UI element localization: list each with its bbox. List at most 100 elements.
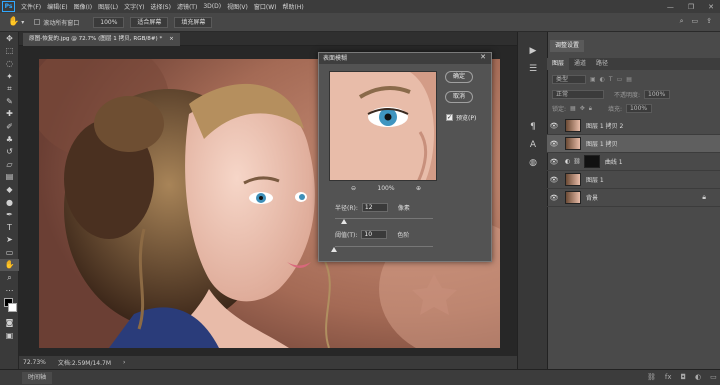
blend-mode-select[interactable]: 正常	[552, 90, 604, 99]
history-brush-tool-icon[interactable]: ↺	[0, 145, 19, 158]
workspace-icon[interactable]: ▭	[692, 17, 699, 26]
path-selection-tool-icon[interactable]: ➤	[0, 234, 19, 247]
close-tab-icon[interactable]: ×	[169, 36, 174, 42]
document-tab[interactable]: 原图-恢复的.jpg @ 72.7% (图层 1 拷贝, RGB/8#) * ×	[23, 33, 180, 46]
clone-stamp-tool-icon[interactable]: ♣	[0, 133, 19, 146]
eye-icon[interactable]: 👁︎	[547, 176, 561, 184]
scroll-all-checkbox[interactable]	[34, 19, 41, 25]
cancel-button[interactable]: 取消	[445, 91, 473, 103]
new-group-icon[interactable]: ▭	[710, 373, 717, 384]
lock-pixels-icon[interactable]: ▦	[570, 105, 576, 112]
tab-paths[interactable]: 路径	[591, 58, 613, 70]
color-swatches[interactable]	[0, 296, 19, 316]
threshold-slider-track[interactable]	[335, 246, 433, 247]
pen-tool-icon[interactable]: ✒	[0, 208, 19, 221]
link-layers-icon[interactable]: ⛓︎	[647, 373, 656, 384]
filter-shape-icon[interactable]: ▭	[617, 76, 623, 83]
layer-row[interactable]: 👁︎ ◐ ⛓︎ 曲线 1	[547, 153, 720, 171]
fill-screen-button[interactable]: 填充屏幕	[174, 16, 213, 28]
radius-field[interactable]: 12	[361, 203, 388, 212]
new-adjustment-icon[interactable]: ◐	[695, 373, 701, 384]
menu-type[interactable]: 文字(Y)	[124, 2, 144, 11]
screen-mode-icon[interactable]: ▣	[0, 329, 19, 342]
quick-mask-icon[interactable]: ◙	[0, 316, 19, 329]
restore-button[interactable]: ❐	[688, 3, 694, 11]
filter-type-icon[interactable]: T	[609, 76, 613, 83]
filter-pixel-icon[interactable]: ▣	[590, 76, 596, 83]
zoom-in-icon[interactable]: ⊕	[416, 185, 421, 192]
gradient-tool-icon[interactable]: ▤	[0, 171, 19, 184]
lasso-tool-icon[interactable]: ◌	[0, 57, 19, 70]
layer-row[interactable]: 👁︎ 背景 🔒︎	[547, 189, 720, 207]
tab-channels[interactable]: 通道	[569, 58, 591, 70]
eye-icon[interactable]: 👁︎	[547, 194, 561, 202]
preview-checkbox-row[interactable]: ✓ 预览(P)	[446, 113, 476, 122]
tab-layers[interactable]: 图层	[547, 58, 570, 70]
layer-row[interactable]: 👁︎ 图层 1	[547, 171, 720, 189]
menu-edit[interactable]: 编辑(E)	[47, 2, 67, 11]
move-tool-icon[interactable]: ✥	[0, 32, 19, 45]
type-tool-icon[interactable]: T	[0, 221, 19, 234]
fill-field[interactable]: 100%	[625, 104, 652, 113]
shape-tool-icon[interactable]: ▭	[0, 246, 19, 259]
lock-position-icon[interactable]: ✥	[580, 105, 585, 112]
menu-select[interactable]: 选择(S)	[150, 2, 171, 11]
filter-adjustment-icon[interactable]: ◐	[600, 76, 605, 83]
eraser-tool-icon[interactable]: ▱	[0, 158, 19, 171]
dodge-tool-icon[interactable]: ●	[0, 196, 19, 209]
preview-checkbox[interactable]: ✓	[446, 114, 453, 121]
healing-brush-tool-icon[interactable]: ✚	[0, 108, 19, 121]
paragraph-panel-icon[interactable]: ¶	[518, 118, 548, 136]
layer-mask-thumbnail[interactable]	[583, 155, 600, 168]
blur-tool-icon[interactable]: ◆	[0, 183, 19, 196]
chevron-right-icon[interactable]: ›	[123, 359, 125, 366]
eye-icon[interactable]: 👁︎	[547, 140, 561, 148]
share-icon[interactable]: ⇪	[706, 17, 712, 26]
fx-icon[interactable]: fx	[665, 373, 672, 384]
layer-row[interactable]: 👁︎ 图层 1 拷贝 2	[547, 117, 720, 135]
timeline-tab[interactable]: 时间轴	[22, 372, 53, 384]
fit-screen-button[interactable]: 适合屏幕	[130, 16, 169, 28]
marquee-tool-icon[interactable]: ⬚	[0, 45, 19, 58]
ok-button[interactable]: 确定	[445, 71, 473, 83]
menu-filter[interactable]: 滤镜(T)	[177, 2, 197, 11]
properties-panel-icon[interactable]: ☰	[518, 60, 548, 78]
chevron-down-icon[interactable]: ▾	[21, 19, 24, 26]
menu-layer[interactable]: 图层(L)	[98, 2, 118, 11]
threshold-slider-knob[interactable]	[331, 247, 337, 252]
eye-icon[interactable]: 👁︎	[547, 122, 561, 130]
adjustments-panel-icon[interactable]: ◍	[518, 154, 548, 172]
search-icon[interactable]: ⌕	[680, 17, 684, 26]
minimize-button[interactable]: —	[667, 3, 674, 11]
close-button[interactable]: ✕	[708, 3, 714, 11]
menu-view[interactable]: 视图(V)	[227, 2, 248, 11]
menu-window[interactable]: 窗口(W)	[254, 2, 277, 11]
zoom-readout[interactable]: 72.73%	[23, 359, 46, 366]
zoom-tool-icon[interactable]: ⌕	[0, 271, 19, 284]
lock-all-icon[interactable]: 🔒︎	[589, 105, 592, 113]
brush-tool-icon[interactable]: ✐	[0, 120, 19, 133]
opacity-field[interactable]: 100%	[644, 90, 671, 99]
threshold-field[interactable]: 10	[361, 230, 388, 239]
menu-3d[interactable]: 3D(D)	[203, 3, 221, 10]
eyedropper-tool-icon[interactable]: ✎	[0, 95, 19, 108]
filter-preview[interactable]	[329, 71, 437, 181]
radius-slider-track[interactable]	[335, 218, 433, 219]
adjustments-tab[interactable]: 调整设置	[550, 40, 585, 52]
hand-tool-icon[interactable]: ✋	[0, 258, 19, 272]
layer-kind-filter[interactable]: 类型	[552, 75, 586, 84]
history-panel-icon[interactable]: ▶	[518, 42, 548, 60]
filter-smart-icon[interactable]: ▤	[626, 76, 632, 83]
more-tools-icon[interactable]: ⋯	[0, 284, 19, 297]
add-mask-icon[interactable]: ◘	[681, 373, 687, 384]
crop-tool-icon[interactable]: ⌗	[0, 82, 19, 95]
close-icon[interactable]: ✕	[480, 53, 486, 61]
menu-image[interactable]: 图像(I)	[74, 2, 92, 11]
character-panel-icon[interactable]: A	[518, 136, 548, 154]
eye-icon[interactable]: 👁︎	[547, 158, 561, 166]
zoom-out-icon[interactable]: ⊖	[351, 185, 356, 192]
layer-row-selected[interactable]: 👁︎ 图层 1 拷贝	[547, 135, 720, 153]
menu-help[interactable]: 帮助(H)	[283, 2, 304, 11]
magic-wand-tool-icon[interactable]: ✦	[0, 70, 19, 83]
menu-file[interactable]: 文件(F)	[21, 2, 41, 11]
